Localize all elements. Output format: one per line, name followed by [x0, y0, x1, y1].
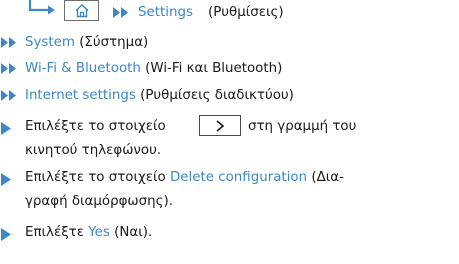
path-row-internet-settings: Internet settings (Ρυθμίσεις διαδικτύου) [0, 87, 459, 104]
double-chevron-icon [1, 37, 16, 48]
internet-settings-link[interactable]: Internet settings [25, 88, 136, 103]
settings-greek-label: (Ρυθμίσεις) [208, 5, 284, 20]
step-1: Επιλέξτε το στοιχείο στη γραμμή του κινη… [0, 115, 459, 158]
double-chevron-icon [1, 90, 16, 101]
system-greek-label: (Σύστημα) [79, 35, 149, 50]
double-chevron-icon [1, 63, 16, 74]
path-row-system: System (Σύστημα) [0, 34, 459, 51]
home-icon [75, 4, 89, 18]
home-button[interactable] [64, 0, 99, 21]
path-start-arrow-icon [28, 0, 55, 15]
wifi-bluetooth-greek-label: (Wi-Fi και Bluetooth) [145, 61, 283, 76]
system-link[interactable]: System [25, 35, 75, 50]
step-3: Επιλέξτε Yes (Ναι). [0, 224, 459, 241]
yes-link[interactable]: Yes [88, 225, 110, 240]
path-row-wifi-bluetooth: Wi-Fi & Bluetooth (Wi-Fi και Bluetooth) [0, 60, 459, 77]
step-bullet-icon [1, 173, 11, 186]
step-2-text-pre: Επιλέξτε το στοιχείο [25, 170, 166, 185]
wifi-bluetooth-link[interactable]: Wi-Fi & Bluetooth [25, 61, 141, 76]
step-1-text-line2: κινητού τηλεφώνου. [25, 143, 162, 158]
chevron-right-button[interactable] [199, 115, 241, 136]
step-bullet-icon [1, 122, 11, 135]
step-2: Επιλέξτε το στοιχείο Delete configuratio… [0, 169, 459, 209]
step-3-text-pre: Επιλέξτε [25, 225, 84, 240]
internet-settings-greek-label: (Ρυθμίσεις διαδικτύου) [140, 88, 294, 103]
chevron-right-icon [216, 120, 225, 132]
delete-configuration-link[interactable]: Delete configuration [170, 170, 307, 185]
path-root-row: Settings (Ρυθμίσεις) [0, 0, 459, 21]
step-1-text-post: στη γραμμή του [248, 119, 357, 134]
step-bullet-icon [1, 228, 11, 241]
step-1-text-pre: Επιλέξτε το στοιχείο [25, 119, 166, 134]
settings-link[interactable]: Settings [138, 4, 193, 21]
step-2-text-line2: γραφή διαμόρφωσης). [25, 194, 173, 209]
step-3-text-post: (Ναι). [114, 225, 153, 240]
step-2-text-post: (Δια- [311, 170, 344, 185]
double-chevron-icon [113, 7, 128, 18]
